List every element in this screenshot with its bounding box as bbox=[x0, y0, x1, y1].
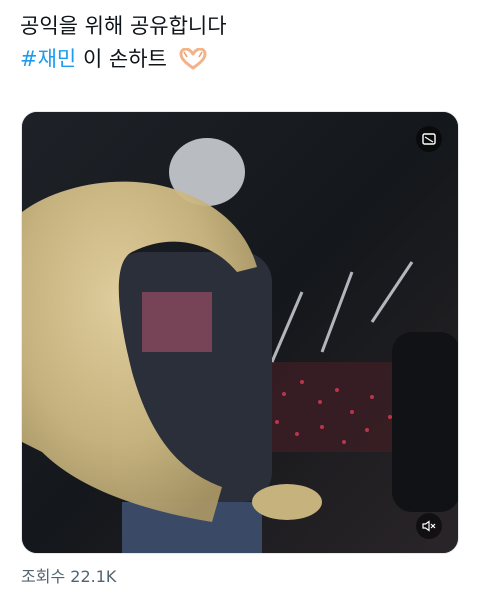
tweet-line-1: 공익을 위해 공유합니다 bbox=[20, 14, 227, 38]
tweet-line-2-text: 이 손하트 bbox=[82, 47, 167, 71]
views-label: 조회수 bbox=[21, 567, 66, 586]
hashtag-link[interactable]: #재민 bbox=[20, 47, 76, 71]
mute-button[interactable] bbox=[416, 513, 442, 539]
tweet-line-2: #재민 이 손하트 bbox=[20, 43, 460, 80]
captions-button[interactable] bbox=[416, 126, 442, 152]
tweet-text: 공익을 위해 공유합니다 #재민 이 손하트 bbox=[20, 10, 460, 80]
captions-icon bbox=[422, 133, 436, 145]
video-frame bbox=[22, 112, 458, 553]
heart-hands-icon bbox=[178, 47, 208, 80]
view-count: 조회수 22.1K bbox=[21, 566, 116, 588]
views-count: 22.1K bbox=[70, 567, 117, 586]
muted-speaker-icon bbox=[422, 520, 436, 532]
video-player[interactable] bbox=[21, 111, 459, 554]
